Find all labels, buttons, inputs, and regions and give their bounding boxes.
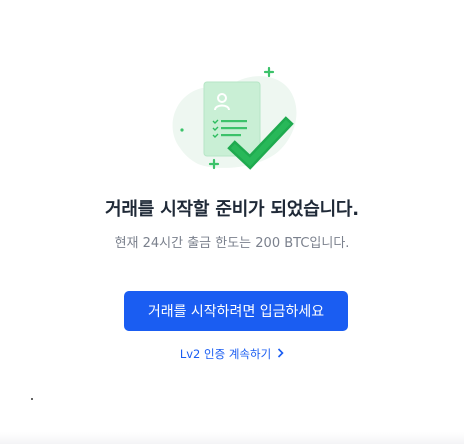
withdrawal-limit-text: 현재 24시간 출금 한도는 200 BTC입니다.: [114, 236, 350, 251]
verify-link-label: Lv2 인증 계속하기: [179, 347, 272, 361]
stray-dot: [31, 398, 33, 400]
bottom-edge: [0, 432, 464, 444]
deposit-to-start-trading-button[interactable]: 거래를 시작하려면 입금하세요: [124, 291, 348, 331]
verified-document-icon: [162, 60, 304, 178]
page-title: 거래를 시작할 준비가 되었습니다.: [105, 199, 359, 220]
continue-lv2-verification-link[interactable]: Lv2 인증 계속하기: [0, 346, 464, 362]
chevron-right-icon: [277, 347, 284, 361]
